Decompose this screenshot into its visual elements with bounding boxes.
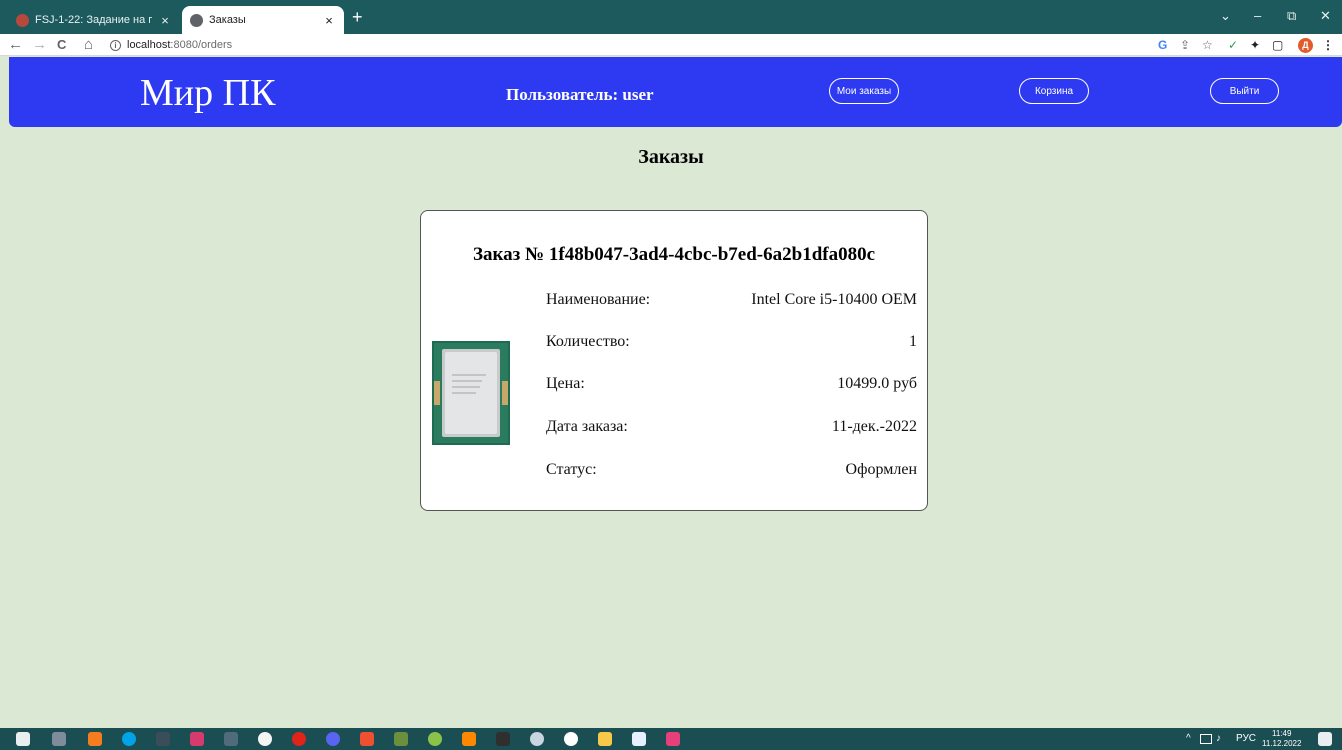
windows-icon[interactable] [16, 732, 30, 746]
url-field[interactable]: i localhost:8080/orders [110, 36, 1130, 54]
tab-close-icon[interactable]: × [322, 13, 336, 28]
new-tab-button[interactable]: + [352, 8, 363, 26]
detail-row-date: Дата заказа: 11-дек.-2022 [546, 418, 917, 438]
forward-button[interactable]: → [32, 35, 47, 55]
minecraft-icon[interactable] [394, 732, 408, 746]
opera-icon[interactable] [292, 732, 306, 746]
url-path: :8080/orders [170, 39, 233, 51]
site-header: Мир ПК Пользователь: user Мои заказы Кор… [9, 57, 1342, 127]
detail-value: 11-дек.-2022 [831, 418, 917, 435]
notifications-icon[interactable] [1318, 732, 1332, 746]
share-icon[interactable]: ⇪ [1180, 37, 1190, 53]
order-number-title: Заказ № 1f48b047-3ad4-4cbc-b7ed-6a2b1dfa… [472, 244, 876, 265]
tab-close-icon[interactable]: × [158, 13, 172, 28]
back-button[interactable]: ← [8, 35, 23, 55]
system-clock[interactable]: 11:49 11.12.2022 [1262, 729, 1301, 749]
my-orders-button[interactable]: Мои заказы [829, 78, 899, 104]
tab-label: FSJ-1-22: Задание на промежут [35, 14, 152, 26]
windows-taskbar: ^ ♪ РУС 11:49 11.12.2022 [0, 728, 1342, 750]
clock-time: 11:49 [1272, 729, 1292, 738]
intellij-icon[interactable] [666, 732, 680, 746]
home-button[interactable]: ⌂ [84, 35, 93, 55]
order-card: Заказ № 1f48b047-3ad4-4cbc-b7ed-6a2b1dfa… [420, 210, 928, 511]
discord-icon[interactable] [326, 732, 340, 746]
volume-icon[interactable]: ♪ [1216, 733, 1221, 744]
tab-favicon-icon [16, 13, 29, 27]
tab-orders[interactable]: Заказы × [182, 6, 344, 34]
detail-value: 1 [909, 333, 917, 350]
reload-button[interactable]: C [57, 35, 66, 55]
close-window-button[interactable]: ✕ [1320, 8, 1331, 24]
shield-extension-icon[interactable]: ✓ [1228, 37, 1238, 53]
bookmark-star-icon[interactable]: ☆ [1202, 37, 1213, 53]
language-indicator[interactable]: РУС [1236, 733, 1256, 744]
profile-avatar[interactable]: Д [1298, 38, 1313, 53]
settings-icon[interactable] [564, 732, 578, 746]
skype-icon[interactable] [122, 732, 136, 746]
detail-label: Статус: [546, 461, 597, 478]
detail-row-name: Наименование: Intel Core i5-10400 OEM [546, 291, 917, 311]
git-icon[interactable] [360, 732, 374, 746]
tab-search-chevron-icon[interactable]: ⌄ [1220, 8, 1231, 24]
current-user-label: Пользователь: user [506, 85, 654, 104]
extensions-puzzle-icon[interactable]: ✦ [1250, 37, 1260, 53]
detail-value: Оформлен [845, 461, 917, 478]
tray-chevron-icon[interactable]: ^ [1186, 733, 1191, 744]
detail-label: Цена: [546, 375, 585, 392]
detail-row-status: Статус: Оформлен [546, 461, 917, 481]
paint-icon[interactable] [190, 732, 204, 746]
calculator-icon[interactable] [52, 732, 66, 746]
url-host: localhost [127, 39, 171, 51]
browser-tab-bar: FSJ-1-22: Задание на промежут × Заказы ×… [0, 0, 1342, 34]
site-info-icon[interactable]: i [110, 39, 121, 51]
page-title: Заказы [638, 146, 704, 168]
yandex-icon[interactable] [258, 732, 272, 746]
detail-label: Дата заказа: [546, 418, 628, 435]
detail-label: Наименование: [546, 291, 651, 308]
google-icon[interactable]: G [1158, 37, 1167, 53]
notepad-icon[interactable] [632, 732, 646, 746]
detail-value: Intel Core i5-10400 OEM [751, 291, 917, 308]
explorer-icon[interactable] [598, 732, 612, 746]
java-icon[interactable] [224, 732, 238, 746]
terminal-icon[interactable] [156, 732, 170, 746]
product-cpu-image [432, 341, 510, 445]
network-icon[interactable] [1200, 734, 1212, 744]
globe-icon [190, 13, 203, 27]
side-panel-icon[interactable]: ▢ [1272, 37, 1283, 53]
epic-games-icon[interactable] [496, 732, 510, 746]
site-logo[interactable]: Мир ПК [140, 71, 275, 115]
cart-button[interactable]: Корзина [1019, 78, 1089, 104]
tab-fsj-task[interactable]: FSJ-1-22: Задание на промежут × [8, 6, 180, 34]
vlc-icon[interactable] [462, 732, 476, 746]
detail-row-price: Цена: 10499.0 руб [546, 375, 917, 395]
steam-icon[interactable] [530, 732, 544, 746]
minimize-button[interactable]: – [1254, 8, 1261, 23]
logout-button[interactable]: Выйти [1210, 78, 1279, 104]
clock-date: 11.12.2022 [1262, 739, 1302, 748]
restore-button[interactable]: ⧉ [1287, 8, 1296, 24]
app-icon[interactable] [428, 732, 442, 746]
browser-menu-icon[interactable]: ⋮ [1322, 37, 1334, 53]
detail-row-quantity: Количество: 1 [546, 333, 917, 353]
detail-value: 10499.0 руб [837, 375, 917, 392]
tab-label: Заказы [209, 14, 246, 26]
address-bar-row: ← → C ⌂ i localhost:8080/orders G ⇪ ☆ ✓ … [0, 34, 1342, 56]
sublime-icon[interactable] [88, 732, 102, 746]
detail-label: Количество: [546, 333, 630, 350]
